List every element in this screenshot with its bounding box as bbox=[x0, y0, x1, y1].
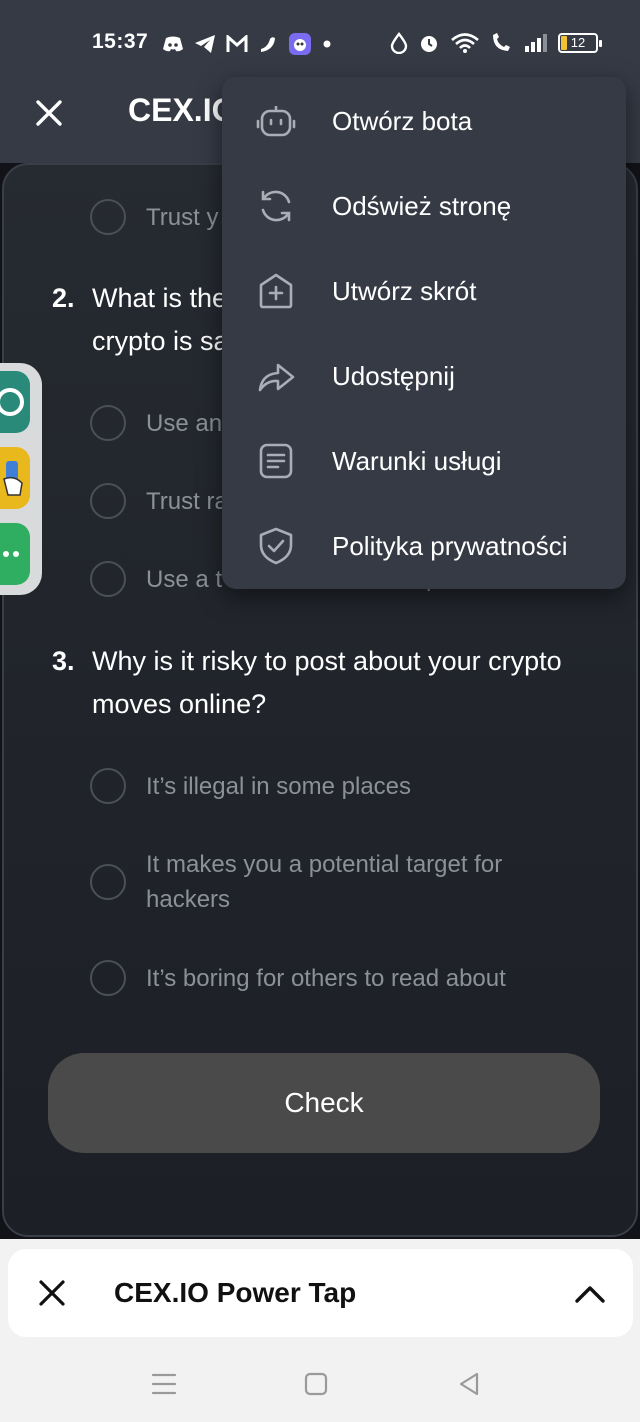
question-3: 3. Why is it risky to post about your cr… bbox=[52, 640, 592, 726]
app-badge-icon bbox=[289, 33, 311, 55]
refresh-icon bbox=[261, 190, 291, 222]
question-number: 2. bbox=[52, 283, 75, 313]
overflow-menu: Otwórz bota Odśwież stronę Utwórz skrót … bbox=[222, 77, 626, 589]
menu-item-label: Polityka prywatności bbox=[332, 531, 568, 561]
menu-icon[interactable] bbox=[150, 1370, 178, 1398]
discord-icon bbox=[163, 36, 183, 52]
floating-app-yellow-icon[interactable] bbox=[0, 447, 30, 509]
question-text: What is the crypto is sa bbox=[92, 283, 229, 356]
chevron-up-icon[interactable] bbox=[570, 1277, 610, 1309]
option-label: It’s illegal in some places bbox=[146, 772, 412, 800]
add-shortcut-icon bbox=[259, 273, 293, 309]
telegram-icon bbox=[195, 35, 215, 53]
signal-icon bbox=[525, 34, 547, 52]
shield-check-icon bbox=[259, 527, 293, 565]
menu-item-refresh[interactable]: Odśwież stronę bbox=[222, 164, 626, 249]
system-nav-bar bbox=[0, 1338, 640, 1422]
floating-app-panel[interactable] bbox=[0, 363, 42, 595]
home-square-icon[interactable] bbox=[302, 1370, 330, 1398]
menu-item-create-shortcut[interactable]: Utwórz skrót bbox=[222, 249, 626, 334]
radio-button[interactable] bbox=[90, 768, 126, 804]
pepper-icon bbox=[261, 37, 275, 52]
menu-item-share[interactable]: Udostępnij bbox=[222, 334, 626, 419]
menu-item-privacy[interactable]: Polityka prywatności bbox=[222, 504, 626, 589]
dot-icon bbox=[323, 40, 331, 48]
radio-button[interactable] bbox=[90, 864, 126, 900]
question-number: 3. bbox=[52, 646, 75, 676]
menu-item-label: Udostępnij bbox=[332, 361, 455, 391]
close-icon[interactable] bbox=[34, 1275, 70, 1311]
alarm-icon bbox=[421, 36, 437, 52]
option-label: It makes you a potential target for hack… bbox=[146, 851, 503, 913]
option-label: It’s boring for others to read about bbox=[146, 964, 506, 992]
quiz-option[interactable]: It’s illegal in some places bbox=[90, 768, 566, 804]
close-icon[interactable] bbox=[30, 94, 68, 132]
quiz-option[interactable]: It’s boring for others to read about bbox=[90, 960, 566, 996]
wifi-icon bbox=[451, 33, 479, 53]
radio-button[interactable] bbox=[90, 960, 126, 996]
menu-item-label: Otwórz bota bbox=[332, 106, 473, 136]
battery-icon: 12 bbox=[558, 33, 602, 53]
quiz-option[interactable]: It makes you a potential target for hack… bbox=[90, 847, 566, 917]
document-icon bbox=[259, 443, 293, 479]
question-text: Why is it risky to post about your crypt… bbox=[92, 646, 562, 719]
page-title: CEX.IO bbox=[128, 92, 237, 128]
radio-button[interactable] bbox=[90, 199, 126, 235]
menu-item-label: Utwórz skrót bbox=[332, 276, 477, 306]
menu-item-terms[interactable]: Warunki usługi bbox=[222, 419, 626, 504]
radio-button[interactable] bbox=[90, 405, 126, 441]
menu-item-label: Odśwież stronę bbox=[332, 191, 512, 221]
check-button[interactable]: Check bbox=[48, 1053, 600, 1153]
floating-app-teal-icon[interactable] bbox=[0, 371, 30, 433]
battery-level: 12 bbox=[570, 35, 586, 50]
mini-app-bar[interactable]: CEX.IO Power Tap bbox=[8, 1249, 633, 1337]
back-triangle-icon[interactable] bbox=[455, 1370, 483, 1398]
wifi-calling-icon bbox=[493, 33, 510, 51]
menu-item-open-bot[interactable]: Otwórz bota bbox=[222, 79, 626, 164]
gmail-icon bbox=[226, 35, 248, 52]
floating-app-more-icon[interactable] bbox=[0, 523, 30, 585]
menu-item-label: Warunki usługi bbox=[332, 446, 502, 476]
radio-button[interactable] bbox=[90, 561, 126, 597]
mini-app-title: CEX.IO Power Tap bbox=[114, 1277, 357, 1308]
status-time: 15:37 bbox=[92, 30, 149, 53]
radio-button[interactable] bbox=[90, 483, 126, 519]
drop-icon bbox=[390, 32, 408, 54]
share-icon bbox=[258, 363, 295, 392]
bot-icon bbox=[256, 106, 296, 137]
system-icons: 12 bbox=[390, 32, 602, 54]
notification-icons bbox=[162, 32, 332, 56]
status-bar: 15:37 12 bbox=[0, 22, 640, 66]
